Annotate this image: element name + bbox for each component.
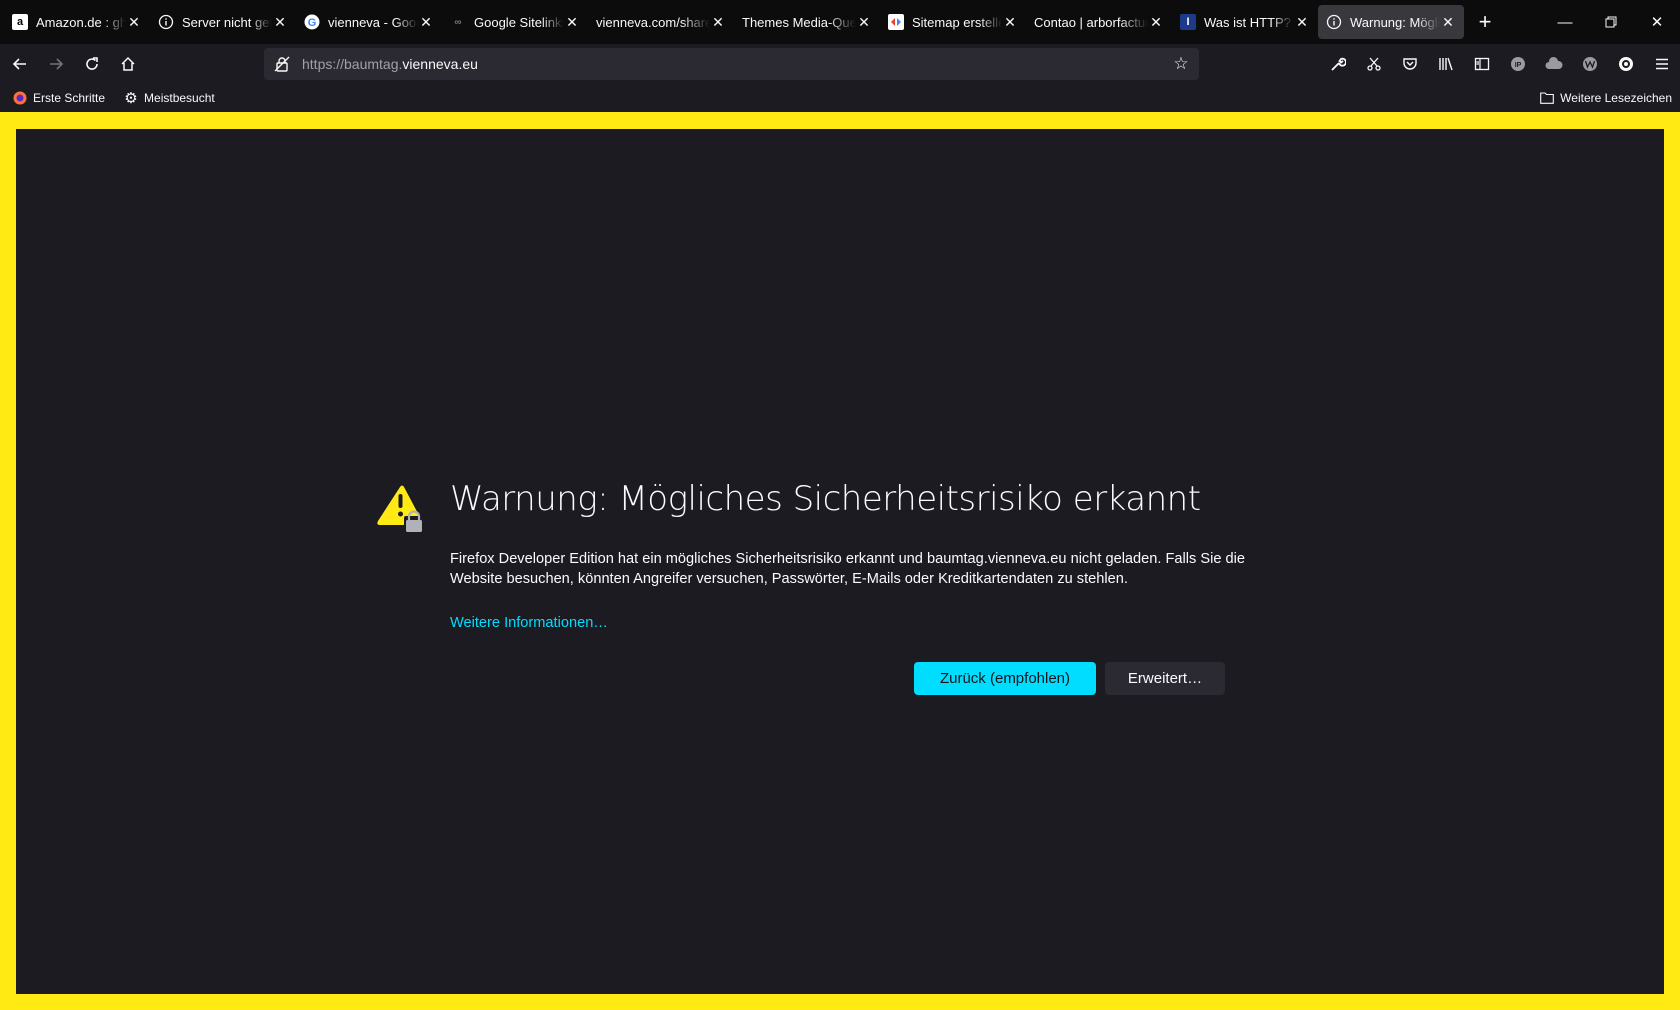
go-back-button[interactable]: Zurück (empfohlen) bbox=[914, 662, 1096, 695]
url-domain: vienneva.eu bbox=[402, 56, 478, 72]
i-icon: I bbox=[1180, 14, 1196, 30]
screenshot-icon[interactable] bbox=[1356, 48, 1392, 80]
insecure-lock-icon[interactable] bbox=[272, 54, 292, 74]
content-frame: Warnung: Mögliches Sicherheitsrisiko erk… bbox=[0, 112, 1680, 1010]
new-tab-button[interactable]: + bbox=[1468, 5, 1502, 39]
svg-text:G: G bbox=[308, 17, 317, 29]
info-icon bbox=[158, 14, 174, 30]
svg-text:IP: IP bbox=[1515, 62, 1522, 69]
forward-icon[interactable] bbox=[40, 48, 72, 80]
tab-title: Sitemap erstellen bbox=[912, 14, 1002, 30]
advanced-button[interactable]: Erweitert… bbox=[1105, 662, 1225, 695]
wrench-icon[interactable] bbox=[1320, 48, 1356, 80]
close-icon[interactable]: ✕ bbox=[1002, 14, 1018, 30]
close-icon[interactable]: ✕ bbox=[272, 14, 288, 30]
tab-title: vienneva.com/share/ bbox=[596, 14, 710, 30]
menu-icon[interactable] bbox=[1644, 48, 1680, 80]
minimize-icon[interactable]: — bbox=[1542, 0, 1588, 44]
gear-icon: ⚙ bbox=[124, 90, 138, 107]
tab-title: Warnung: Möglic bbox=[1350, 14, 1440, 30]
window-controls: — ✕ bbox=[1542, 0, 1680, 44]
bookmarks-toolbar: Erste Schritte ⚙ Meistbesucht Weitere Le… bbox=[0, 84, 1680, 112]
tab-bar: a Amazon.de : gh ✕ Server nicht gefu ✕ G… bbox=[0, 0, 1680, 44]
close-icon[interactable]: ✕ bbox=[856, 14, 872, 30]
close-icon[interactable]: ✕ bbox=[418, 14, 434, 30]
bookmark-meistbesucht[interactable]: ⚙ Meistbesucht bbox=[117, 86, 221, 110]
bookmark-star-icon[interactable]: ☆ bbox=[1171, 54, 1191, 74]
bookmark-erste-schritte[interactable]: Erste Schritte bbox=[6, 86, 111, 110]
bookmark-label: Erste Schritte bbox=[33, 91, 106, 105]
warning-lock-icon bbox=[374, 477, 434, 537]
close-icon[interactable]: ✕ bbox=[1294, 14, 1310, 30]
toolbar-icons: IP bbox=[1320, 48, 1680, 80]
tab[interactable]: Server nicht gefu ✕ bbox=[150, 5, 296, 39]
amazon-icon: a bbox=[12, 14, 28, 30]
sitemap-icon bbox=[888, 14, 904, 30]
wappalyzer-icon[interactable] bbox=[1572, 48, 1608, 80]
bookmark-label: Weitere Lesezeichen bbox=[1560, 91, 1672, 105]
library-icon[interactable] bbox=[1428, 48, 1464, 80]
close-window-icon[interactable]: ✕ bbox=[1634, 0, 1680, 44]
other-bookmarks[interactable]: Weitere Lesezeichen bbox=[1539, 86, 1672, 110]
error-page: Warnung: Mögliches Sicherheitsrisiko erk… bbox=[16, 129, 1664, 994]
info-icon bbox=[1326, 14, 1342, 30]
close-icon[interactable]: ✕ bbox=[1148, 14, 1164, 30]
firefox-icon bbox=[12, 90, 28, 106]
tab-title: Contao | arborfactum bbox=[1034, 14, 1148, 30]
tab-title: Server nicht gefu bbox=[182, 14, 272, 30]
tab[interactable]: a Amazon.de : gh ✕ bbox=[4, 5, 150, 39]
tab-title: Amazon.de : gh bbox=[36, 14, 126, 30]
back-icon[interactable] bbox=[4, 48, 36, 80]
cloud-extension-icon[interactable] bbox=[1536, 48, 1572, 80]
close-icon[interactable]: ✕ bbox=[126, 14, 142, 30]
ip-extension-icon[interactable]: IP bbox=[1500, 48, 1536, 80]
tab[interactable]: ∞ Google Sitelinks ✕ bbox=[442, 5, 588, 39]
page-title: Warnung: Mögliches Sicherheitsrisiko erk… bbox=[450, 479, 1201, 519]
close-icon[interactable]: ✕ bbox=[564, 14, 580, 30]
sidebar-icon[interactable] bbox=[1464, 48, 1500, 80]
tab[interactable]: I Was ist HTTP? Da ✕ bbox=[1172, 5, 1318, 39]
close-icon[interactable]: ✕ bbox=[1440, 14, 1456, 30]
tab-active[interactable]: Warnung: Möglic ✕ bbox=[1318, 5, 1464, 39]
close-icon[interactable]: ✕ bbox=[710, 14, 726, 30]
pocket-icon[interactable] bbox=[1392, 48, 1428, 80]
tab-title: vienneva - Googl bbox=[328, 14, 418, 30]
restore-icon[interactable] bbox=[1588, 0, 1634, 44]
url-text[interactable]: https://baumtag.vienneva.eu bbox=[302, 56, 1171, 72]
ublock-icon[interactable] bbox=[1608, 48, 1644, 80]
tab[interactable]: Themes Media-Quer ✕ bbox=[734, 5, 880, 39]
tab-strip: a Amazon.de : gh ✕ Server nicht gefu ✕ G… bbox=[0, 0, 1502, 44]
link-icon: ∞ bbox=[454, 16, 462, 28]
tab[interactable]: G vienneva - Googl ✕ bbox=[296, 5, 442, 39]
error-description: Firefox Developer Edition hat ein möglic… bbox=[450, 551, 1245, 587]
google-icon: G bbox=[304, 14, 320, 30]
tab[interactable]: vienneva.com/share/ ✕ bbox=[588, 5, 734, 39]
home-icon[interactable] bbox=[112, 48, 144, 80]
bookmark-label: Meistbesucht bbox=[144, 91, 215, 105]
reload-icon[interactable] bbox=[76, 48, 108, 80]
url-bar[interactable]: https://baumtag.vienneva.eu ☆ bbox=[264, 48, 1199, 80]
tab-title: Google Sitelinks bbox=[474, 14, 564, 30]
tab-title: Was ist HTTP? Da bbox=[1204, 14, 1294, 30]
tab[interactable]: Contao | arborfactum ✕ bbox=[1026, 5, 1172, 39]
url-scheme: https://baumtag. bbox=[302, 56, 403, 72]
folder-icon bbox=[1539, 90, 1555, 106]
tab[interactable]: Sitemap erstellen ✕ bbox=[880, 5, 1026, 39]
navigation-toolbar: https://baumtag.vienneva.eu ☆ IP bbox=[0, 44, 1680, 84]
learn-more-link[interactable]: Weitere Informationen… bbox=[450, 615, 608, 631]
tab-title: Themes Media-Quer bbox=[742, 14, 856, 30]
